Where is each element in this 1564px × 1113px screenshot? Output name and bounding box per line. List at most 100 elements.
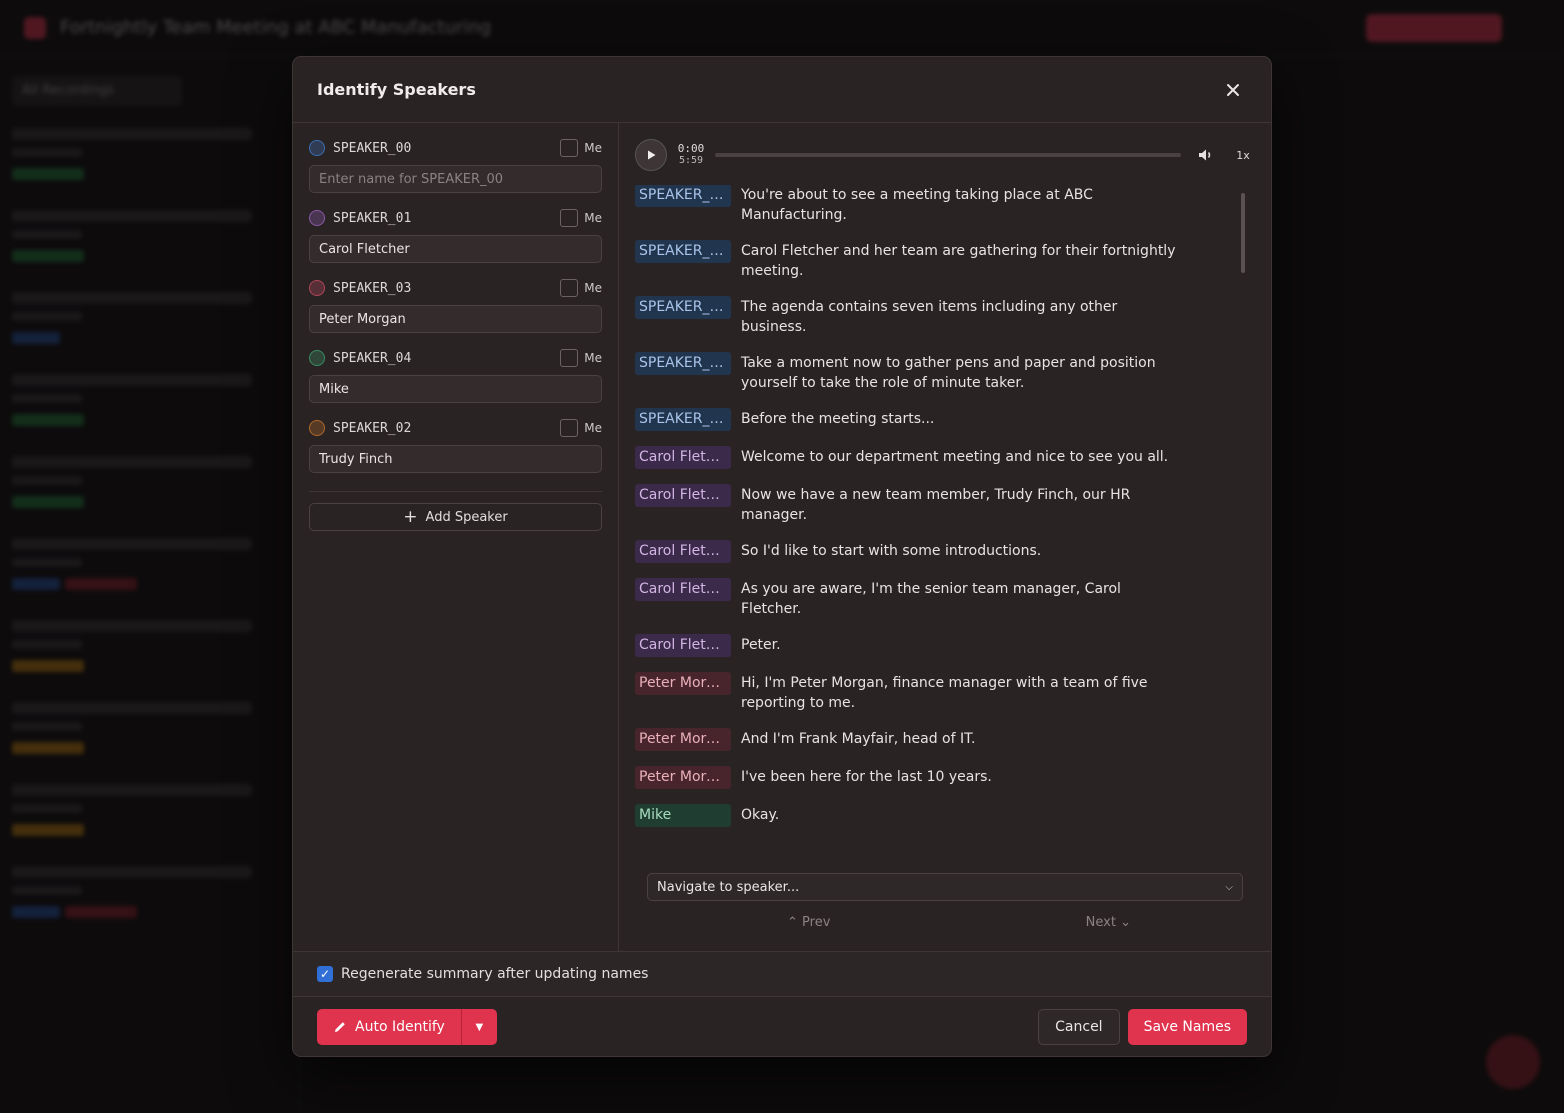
speaker-row: SPEAKER_00 Me — [309, 137, 602, 159]
transcript-segment[interactable]: SPEAKER_00 You're about to see a meeting… — [635, 185, 1225, 225]
speaker-row: SPEAKER_04 Me — [309, 347, 602, 369]
segment-text: Before the meeting starts... — [741, 411, 935, 427]
me-label: Me — [584, 211, 602, 225]
auto-identify-dropdown-button[interactable]: ▼ — [460, 1009, 497, 1045]
me-checkbox[interactable] — [560, 279, 579, 297]
speaker-tag[interactable]: Peter Morgan — [635, 728, 731, 751]
save-names-button[interactable]: Save Names — [1127, 1009, 1247, 1045]
add-speaker-button[interactable]: + Add Speaker — [309, 503, 602, 531]
transcript-segment[interactable]: Carol Fletcher Welcome to our department… — [635, 446, 1225, 469]
speaker-name-input[interactable] — [309, 305, 602, 333]
new-recording-button — [1366, 14, 1502, 42]
segment-text: So I'd like to start with some introduct… — [741, 543, 1042, 559]
me-checkbox[interactable] — [560, 139, 579, 157]
me-label: Me — [584, 421, 602, 435]
speaker-tag[interactable]: Mike — [635, 804, 731, 827]
speaker-color-icon — [309, 280, 325, 296]
background-page-title: Fortnightly Team Meeting at ABC Manufact… — [60, 17, 492, 38]
speaker-color-icon — [309, 140, 325, 156]
speaker-tag[interactable]: Peter Morgan — [635, 672, 731, 695]
segment-text: And I'm Frank Mayfair, head of IT. — [741, 731, 976, 747]
transcript-segment[interactable]: Peter Morgan Hi, I'm Peter Morgan, finan… — [635, 672, 1225, 713]
speaker-tag[interactable]: Carol Fletcher — [635, 484, 731, 507]
caret-down-icon: ▼ — [475, 1021, 484, 1033]
me-checkbox[interactable] — [560, 419, 579, 437]
footer-actions: Cancel Save Names — [1038, 1009, 1247, 1045]
speaker-tag[interactable]: SPEAKER_00 — [635, 240, 731, 263]
me-label: Me — [584, 351, 602, 365]
audio-player: 0:00 5:59 1x — [635, 139, 1255, 171]
plus-icon: + — [403, 506, 418, 527]
regenerate-summary-checkbox[interactable]: ✓ — [317, 966, 333, 982]
chevron-down-icon: ⌄ — [1120, 915, 1131, 930]
segment-text: Now we have a new team member, Trudy Fin… — [741, 487, 1131, 523]
chat-fab-button — [1486, 1035, 1540, 1089]
speaker-row: SPEAKER_01 Me — [309, 207, 602, 229]
regenerate-summary-label: Regenerate summary after updating names — [341, 966, 649, 982]
chevron-down-icon: ⌵ — [1225, 881, 1233, 893]
speaker-name-input[interactable] — [309, 445, 602, 473]
play-button[interactable] — [635, 139, 667, 171]
speaker-tag[interactable]: Carol Fletcher — [635, 540, 731, 563]
navigate-to-speaker-select[interactable]: Navigate to speaker... ⌵ — [647, 873, 1243, 901]
transcript-segment[interactable]: Peter Morgan I've been here for the last… — [635, 766, 1225, 789]
close-icon — [1227, 83, 1239, 96]
auto-identify-label: Auto Identify — [355, 1019, 445, 1035]
modal-header: Identify Speakers — [293, 57, 1271, 123]
speaker-list-panel: SPEAKER_00 Me SPEAKER_01 Me SPEAKER_03 M… — [293, 123, 619, 951]
transcript-segment[interactable]: SPEAKER_00 Before the meeting starts... — [635, 408, 1225, 431]
modal-title: Identify Speakers — [317, 80, 476, 99]
speaker-list: SPEAKER_00 Me SPEAKER_01 Me SPEAKER_03 M… — [309, 137, 602, 473]
transcript-segment[interactable]: Mike Okay. — [635, 804, 1225, 827]
speaker-tag[interactable]: SPEAKER_00 — [635, 296, 731, 319]
speaker-tag[interactable]: SPEAKER_00 — [635, 185, 731, 207]
speaker-id: SPEAKER_03 — [333, 280, 412, 296]
segment-text: Carol Fletcher and her team are gatherin… — [741, 243, 1176, 279]
speaker-tag[interactable]: Carol Fletcher — [635, 578, 731, 601]
divider — [309, 491, 602, 492]
current-time: 0:00 — [677, 142, 705, 155]
close-button[interactable] — [1219, 76, 1247, 104]
time-display: 0:00 5:59 — [675, 143, 707, 167]
speaker-row: SPEAKER_03 Me — [309, 277, 602, 299]
cancel-button[interactable]: Cancel — [1038, 1009, 1120, 1045]
speaker-color-icon — [309, 350, 325, 366]
speaker-tag[interactable]: Peter Morgan — [635, 766, 731, 789]
transcript-segment[interactable]: SPEAKER_00 Carol Fletcher and her team a… — [635, 240, 1225, 281]
transcript-segment[interactable]: SPEAKER_00 The agenda contains seven ite… — [635, 296, 1225, 337]
check-icon: ✓ — [319, 967, 331, 981]
segment-text: As you are aware, I'm the senior team ma… — [741, 581, 1121, 617]
speaker-tag[interactable]: Carol Fletcher — [635, 634, 731, 657]
me-checkbox[interactable] — [560, 209, 579, 227]
progress-bar[interactable] — [715, 153, 1181, 157]
transcript-segment[interactable]: Carol Fletcher So I'd like to start with… — [635, 540, 1225, 563]
transcript-segment[interactable]: SPEAKER_00 Take a moment now to gather p… — [635, 352, 1225, 393]
speaker-tag[interactable]: Carol Fletcher — [635, 446, 731, 469]
transcript-segment[interactable]: Carol Fletcher Peter. — [635, 634, 1225, 657]
transcript-segment[interactable]: Carol Fletcher Now we have a new team me… — [635, 484, 1225, 525]
speaker-name-input[interactable] — [309, 165, 602, 193]
speaker-tag[interactable]: SPEAKER_00 — [635, 408, 731, 431]
transcript-scrollbar[interactable] — [1241, 193, 1245, 273]
next-button[interactable]: Next ⌄ — [1086, 915, 1131, 930]
me-checkbox[interactable] — [560, 349, 579, 367]
speaker-color-icon — [309, 210, 325, 226]
transcript-list: SPEAKER_00 You're about to see a meeting… — [635, 185, 1255, 851]
prev-button[interactable]: ⌃ Prev — [787, 915, 830, 930]
play-icon — [648, 150, 656, 160]
transcript-segment[interactable]: Peter Morgan And I'm Frank Mayfair, head… — [635, 728, 1225, 751]
speaker-name-input[interactable] — [309, 235, 602, 263]
speaker-id: SPEAKER_00 — [333, 140, 412, 156]
regenerate-summary-row: ✓ Regenerate summary after updating name… — [293, 951, 1271, 997]
speaker-name-input[interactable] — [309, 375, 602, 403]
segment-text: Take a moment now to gather pens and pap… — [741, 355, 1156, 391]
speaker-entry: SPEAKER_01 Me — [309, 207, 602, 263]
transcript-segment[interactable]: Carol Fletcher As you are aware, I'm the… — [635, 578, 1225, 619]
chevron-up-icon: ⌃ — [787, 915, 798, 930]
auto-identify-button[interactable]: Auto Identify — [317, 1009, 461, 1045]
volume-icon[interactable] — [1197, 146, 1215, 164]
add-speaker-label: Add Speaker — [425, 509, 508, 525]
modal-body: SPEAKER_00 Me SPEAKER_01 Me SPEAKER_03 M… — [293, 123, 1271, 951]
speaker-tag[interactable]: SPEAKER_00 — [635, 352, 731, 375]
playback-speed-button[interactable]: 1x — [1231, 149, 1255, 162]
